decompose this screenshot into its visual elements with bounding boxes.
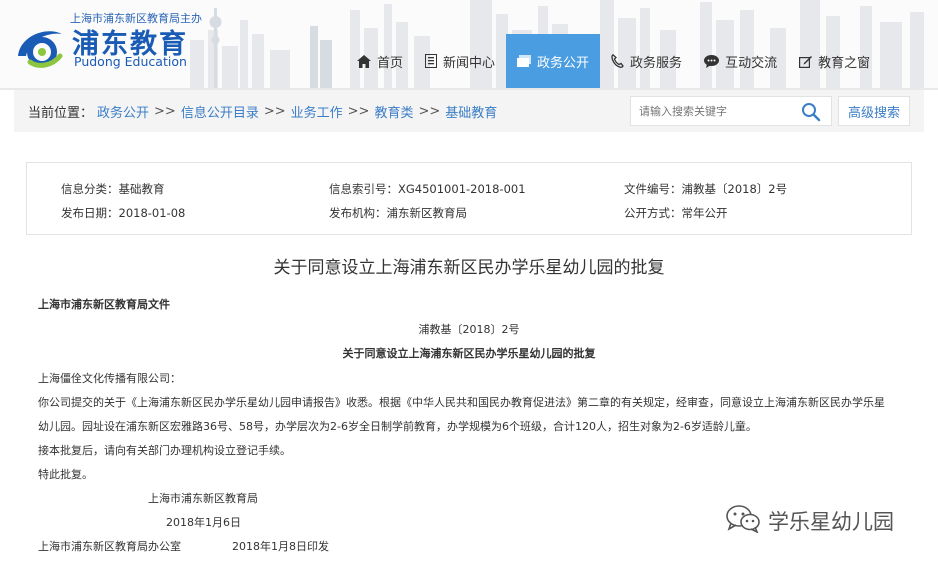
nav-item-label: 互动交流 (725, 55, 778, 71)
document-body-line: 你公司提交的关于《上海浦东新区民办学乐星幼儿园申请报告》收悉。根据《中华人民共和… (38, 396, 885, 409)
nav-item-government-affairs[interactable]: 政务公开 (506, 34, 601, 88)
breadcrumb: 当前位置： 政务公开 >> 信息公开目录 >> 业务工作 >> 教育类 >> 基… (28, 90, 497, 132)
meta-category-label: 信息分类： (61, 182, 119, 196)
breadcrumb-link-government-affairs[interactable]: 政务公开 (97, 102, 149, 121)
meta-publish-date-label: 发布日期： (61, 206, 119, 220)
site-header: 上海市浦东新区教育局主办 浦东教育 Pudong Education 首页 新闻… (0, 0, 938, 88)
breadcrumb-link-catalog[interactable]: 信息公开目录 (181, 102, 259, 121)
nav-item-interaction[interactable]: 互动交流 (693, 34, 788, 88)
meta-publisher: 发布机构：浦东新区教育局 (329, 205, 467, 221)
meta-index-label: 信息索引号： (329, 182, 398, 196)
breadcrumb-link-education[interactable]: 教育类 (374, 102, 413, 121)
meta-index: 信息索引号：XG4501001-2018-001 (329, 181, 526, 197)
search-box (630, 96, 832, 126)
home-icon (357, 54, 371, 68)
nav-item-news[interactable]: 新闻中心 (414, 34, 506, 88)
breadcrumb-bar: 当前位置： 政务公开 >> 信息公开目录 >> 业务工作 >> 教育类 >> 基… (14, 90, 924, 132)
meta-index-value: XG4501001-2018-001 (398, 182, 526, 196)
article-title: 关于同意设立上海浦东新区民办学乐星幼儿园的批复 (273, 258, 665, 278)
signature-date: 2018年1月6日 (166, 516, 241, 529)
breadcrumb-link-business[interactable]: 业务工作 (291, 102, 343, 121)
document-icon (425, 54, 438, 68)
meta-disclosure-mode-value: 常年公开 (681, 206, 728, 220)
logo-english-name: Pudong Education (74, 54, 187, 69)
phone-icon (611, 54, 624, 68)
breadcrumb-separator: >> (347, 103, 370, 119)
advanced-search-button[interactable]: 高级搜索 (838, 96, 910, 126)
nav-item-home[interactable]: 首页 (346, 34, 414, 88)
site-logo[interactable]: 上海市浦东新区教育局主办 浦东教育 Pudong Education (12, 8, 212, 78)
nav-item-label: 首页 (377, 55, 404, 71)
document-number: 浦教基〔2018〕2号 (418, 323, 520, 336)
document-body-line: 幼儿园。园址设在浦东新区宏雅路36号、58号，办学层次为2-6岁全日制学前教育，… (38, 420, 757, 433)
meta-disclosure-mode: 公开方式：常年公开 (624, 205, 728, 221)
meta-publisher-value: 浦东新区教育局 (386, 206, 468, 220)
meta-doc-number: 文件编号：浦教基〔2018〕2号 (624, 181, 787, 197)
breadcrumb-separator: >> (154, 103, 176, 119)
document-closing: 特此批复。 (38, 468, 93, 481)
signature-organization: 上海市浦东新区教育局 (148, 492, 258, 505)
meta-doc-number-value: 浦教基〔2018〕2号 (681, 182, 788, 196)
footer-office: 上海市浦东新区教育局办公室 (38, 540, 181, 553)
nav-item-services[interactable]: 政务服务 (600, 34, 693, 88)
document-subtitle: 关于同意设立上海浦东新区民办学乐星幼儿园的批复 (342, 347, 596, 360)
logo-mark-icon (18, 31, 63, 68)
wechat-watermark: 学乐星幼儿园 (726, 505, 894, 537)
document-body-line: 接本批复后，请向有关部门办理机构设立登记手续。 (38, 444, 291, 457)
document-recipient: 上海僵佺文化传播有限公司： (38, 372, 181, 385)
breadcrumb-separator: >> (418, 103, 441, 119)
edit-icon (799, 55, 813, 68)
breadcrumb-link-basic-education[interactable]: 基础教育 (445, 102, 497, 121)
nav-item-label: 新闻中心 (443, 55, 496, 71)
document-header: 上海市浦东新区教育局文件 (38, 298, 170, 311)
nav-item-label: 政务服务 (630, 55, 683, 71)
wechat-icon (726, 505, 760, 537)
meta-disclosure-mode-label: 公开方式： (624, 206, 682, 220)
breadcrumb-label: 当前位置： (28, 105, 94, 121)
footer-print-date: 2018年1月8日印发 (232, 540, 329, 553)
search-icon[interactable] (801, 102, 821, 122)
watermark-text: 学乐星幼儿园 (768, 510, 894, 534)
main-nav: 首页 新闻中心 政务公开 政务服务 互动交流 教育之窗 (346, 34, 881, 88)
meta-publish-date: 发布日期：2018-01-08 (61, 205, 185, 221)
nav-item-label: 政务公开 (537, 55, 590, 71)
meta-publish-date-value: 2018-01-08 (118, 206, 186, 220)
nav-item-label: 教育之窗 (818, 55, 871, 71)
breadcrumb-separator: >> (263, 103, 286, 119)
meta-category: 信息分类：基础教育 (61, 181, 165, 197)
search-input[interactable] (631, 97, 791, 125)
nav-item-education-window[interactable]: 教育之窗 (788, 34, 881, 88)
meta-publisher-label: 发布机构： (329, 206, 387, 220)
meta-doc-number-label: 文件编号： (624, 182, 682, 196)
document-metadata: 信息分类：基础教育 信息索引号：XG4501001-2018-001 文件编号：… (26, 162, 912, 235)
folder-icon (517, 55, 532, 67)
meta-category-value: 基础教育 (118, 182, 165, 196)
chat-bubble-icon (704, 54, 720, 68)
